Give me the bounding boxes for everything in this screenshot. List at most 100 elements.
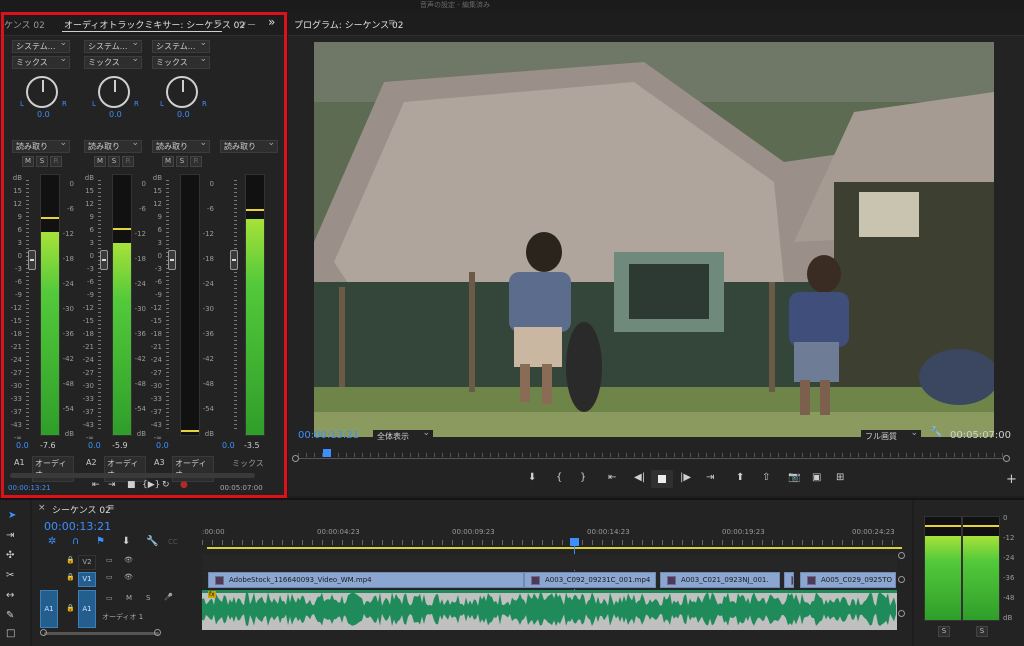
- slip-tool-icon[interactable]: ↔: [6, 590, 14, 601]
- source-a1-patch[interactable]: A1: [40, 590, 58, 628]
- lock-icon[interactable]: 🔒: [66, 556, 75, 564]
- track-a1-target[interactable]: A1: [78, 590, 96, 628]
- track-v2-target[interactable]: V2: [78, 555, 96, 570]
- video-clip[interactable]: [784, 572, 794, 588]
- timeline-timecode[interactable]: 00:00:13:21: [44, 520, 111, 533]
- timeline-menu-icon[interactable]: ≡: [107, 503, 115, 513]
- ruler-label: 00:00:04:23: [317, 528, 360, 536]
- video-clip[interactable]: A003_C092_09231C_001.mp4: [524, 572, 656, 588]
- eye-icon[interactable]: 👁: [124, 556, 133, 564]
- playhead-icon[interactable]: [323, 449, 331, 457]
- timeline-playhead-icon[interactable]: [570, 538, 579, 546]
- zoom-select[interactable]: 全体表示: [373, 430, 433, 443]
- video-scene-image: [314, 42, 994, 437]
- timeline-settings-icon[interactable]: 🔧: [146, 536, 158, 547]
- solo-right-button[interactable]: S: [976, 626, 988, 637]
- extract-icon[interactable]: ⇧: [762, 472, 770, 483]
- step-forward-icon[interactable]: |▶: [680, 472, 691, 483]
- track-height-handle[interactable]: [898, 552, 905, 559]
- sync-lock-icon[interactable]: ▭: [106, 573, 113, 581]
- compare-view-icon[interactable]: ▣: [812, 472, 821, 483]
- stop-icon: [658, 475, 666, 483]
- settings-wrench-icon[interactable]: 🔧: [930, 427, 942, 438]
- rectangle-tool-icon[interactable]: □: [6, 628, 15, 639]
- ripple-edit-tool-icon[interactable]: ✣: [6, 550, 14, 561]
- track-v2-header: 🔒 V2 ▭ 👁: [32, 554, 202, 571]
- timeline-tab-title[interactable]: シーケンス 02: [52, 503, 111, 516]
- scrub-left-handle[interactable]: [292, 455, 299, 462]
- program-tabbar: プログラム: シーケンス 02 ≡: [288, 12, 1024, 36]
- work-area-bar: [207, 547, 902, 549]
- master-meter-right: [962, 516, 1000, 621]
- mark-out-icon[interactable]: }: [580, 472, 586, 483]
- lock-icon[interactable]: 🔒: [66, 573, 75, 581]
- track-a1-name: オーディオ 1: [102, 613, 144, 621]
- track-v1-header: 🔒 V1 ▭ 👁: [32, 571, 202, 588]
- lock-icon[interactable]: 🔒: [66, 604, 75, 612]
- add-marker-timeline-icon[interactable]: ⬇: [122, 536, 130, 547]
- program-menu-icon[interactable]: ≡: [388, 18, 396, 28]
- solo-left-button[interactable]: S: [938, 626, 950, 637]
- sync-lock-icon[interactable]: ▭: [106, 594, 113, 602]
- audio-clip-a1[interactable]: fx: [202, 590, 897, 630]
- selection-tool-icon[interactable]: ➤: [8, 510, 16, 521]
- ruler-label: 00:00:19:23: [722, 528, 765, 536]
- go-to-in-icon[interactable]: ⇤: [608, 472, 616, 483]
- ruler-label: :00:00: [202, 528, 225, 536]
- solo-button[interactable]: S: [146, 594, 150, 602]
- timeline-hscroll[interactable]: [44, 632, 159, 635]
- captions-icon[interactable]: CC: [168, 538, 178, 546]
- hscroll-left-handle[interactable]: [40, 629, 47, 636]
- master-meter-left: [924, 516, 962, 621]
- go-to-out-icon[interactable]: ⇥: [706, 472, 714, 483]
- razor-tool-icon[interactable]: ✂: [6, 570, 14, 581]
- timeline-close-icon[interactable]: ×: [38, 503, 46, 513]
- ruler-ticks: [202, 540, 902, 545]
- program-scrub-bar[interactable]: [292, 449, 1010, 462]
- program-monitor-panel: プログラム: シーケンス 02 ≡ 00:00:13:21 全体表示 ⌄ フル画…: [288, 12, 1024, 496]
- audio-meters-panel: 0 -12 -24 -36 -48 dB S S: [914, 500, 1024, 646]
- linked-selection-icon[interactable]: ⚑: [96, 536, 105, 547]
- pen-tool-icon[interactable]: ✎: [6, 610, 14, 621]
- window-title: 音声の設定 - 編集済み: [420, 1, 490, 9]
- snap-icon[interactable]: ∩: [72, 536, 79, 547]
- lift-icon[interactable]: ⬆: [736, 472, 744, 483]
- video-clip[interactable]: AdobeStock_116640093_Video_WM.mp4: [208, 572, 524, 588]
- step-back-icon[interactable]: ◀|: [634, 472, 645, 483]
- quality-select[interactable]: フル画質: [861, 430, 921, 443]
- video-clip[interactable]: A005_C029_0925TO: [800, 572, 896, 588]
- program-timecode[interactable]: 00:00:13:21: [298, 430, 359, 441]
- track-v1-target[interactable]: V1: [78, 572, 96, 587]
- track-select-tool-icon[interactable]: ⇥: [6, 530, 14, 541]
- ruler-label: 00:00:24:23: [852, 528, 895, 536]
- track-height-handle[interactable]: [898, 576, 905, 583]
- add-marker-icon[interactable]: ⬇: [528, 472, 536, 483]
- scrub-right-handle[interactable]: [1003, 455, 1010, 462]
- video-frame[interactable]: [314, 42, 994, 437]
- ruler-label: 00:00:09:23: [452, 528, 495, 536]
- audio-fx-badge: fx: [208, 591, 216, 598]
- track-v2-lane[interactable]: [202, 554, 897, 570]
- track-v1-lane[interactable]: AdobeStock_116640093_Video_WM.mp4 A003_C0…: [202, 571, 897, 589]
- mute-button[interactable]: M: [126, 594, 132, 602]
- nest-icon[interactable]: ✲: [48, 536, 56, 547]
- hscroll-right-handle[interactable]: [154, 629, 161, 636]
- tools-panel: ➤ ⇥ ✣ ✂ ↔ ✎ □: [0, 500, 30, 646]
- sync-lock-icon[interactable]: ▭: [106, 556, 113, 564]
- highlight-frame: [1, 12, 287, 498]
- peak-indicator: [925, 525, 961, 527]
- voiceover-mic-icon[interactable]: 🎤: [164, 593, 173, 601]
- meter-scale-label: -36: [1003, 574, 1015, 582]
- audio-waveform: [202, 590, 897, 627]
- mark-in-icon[interactable]: {: [556, 472, 562, 483]
- track-height-handle[interactable]: [898, 610, 905, 617]
- scrub-track: [298, 458, 1003, 459]
- export-frame-icon[interactable]: 📷: [788, 472, 800, 483]
- video-clip[interactable]: A003_C021_0923NJ_001.: [660, 572, 780, 588]
- program-duration: 00:05:07:00: [950, 430, 1012, 441]
- eye-icon[interactable]: 👁: [124, 573, 133, 581]
- waveform-shape: [202, 592, 896, 627]
- stop-button[interactable]: [651, 470, 673, 488]
- multicam-icon[interactable]: ⊞: [836, 472, 844, 483]
- add-button-icon[interactable]: +: [1006, 472, 1017, 487]
